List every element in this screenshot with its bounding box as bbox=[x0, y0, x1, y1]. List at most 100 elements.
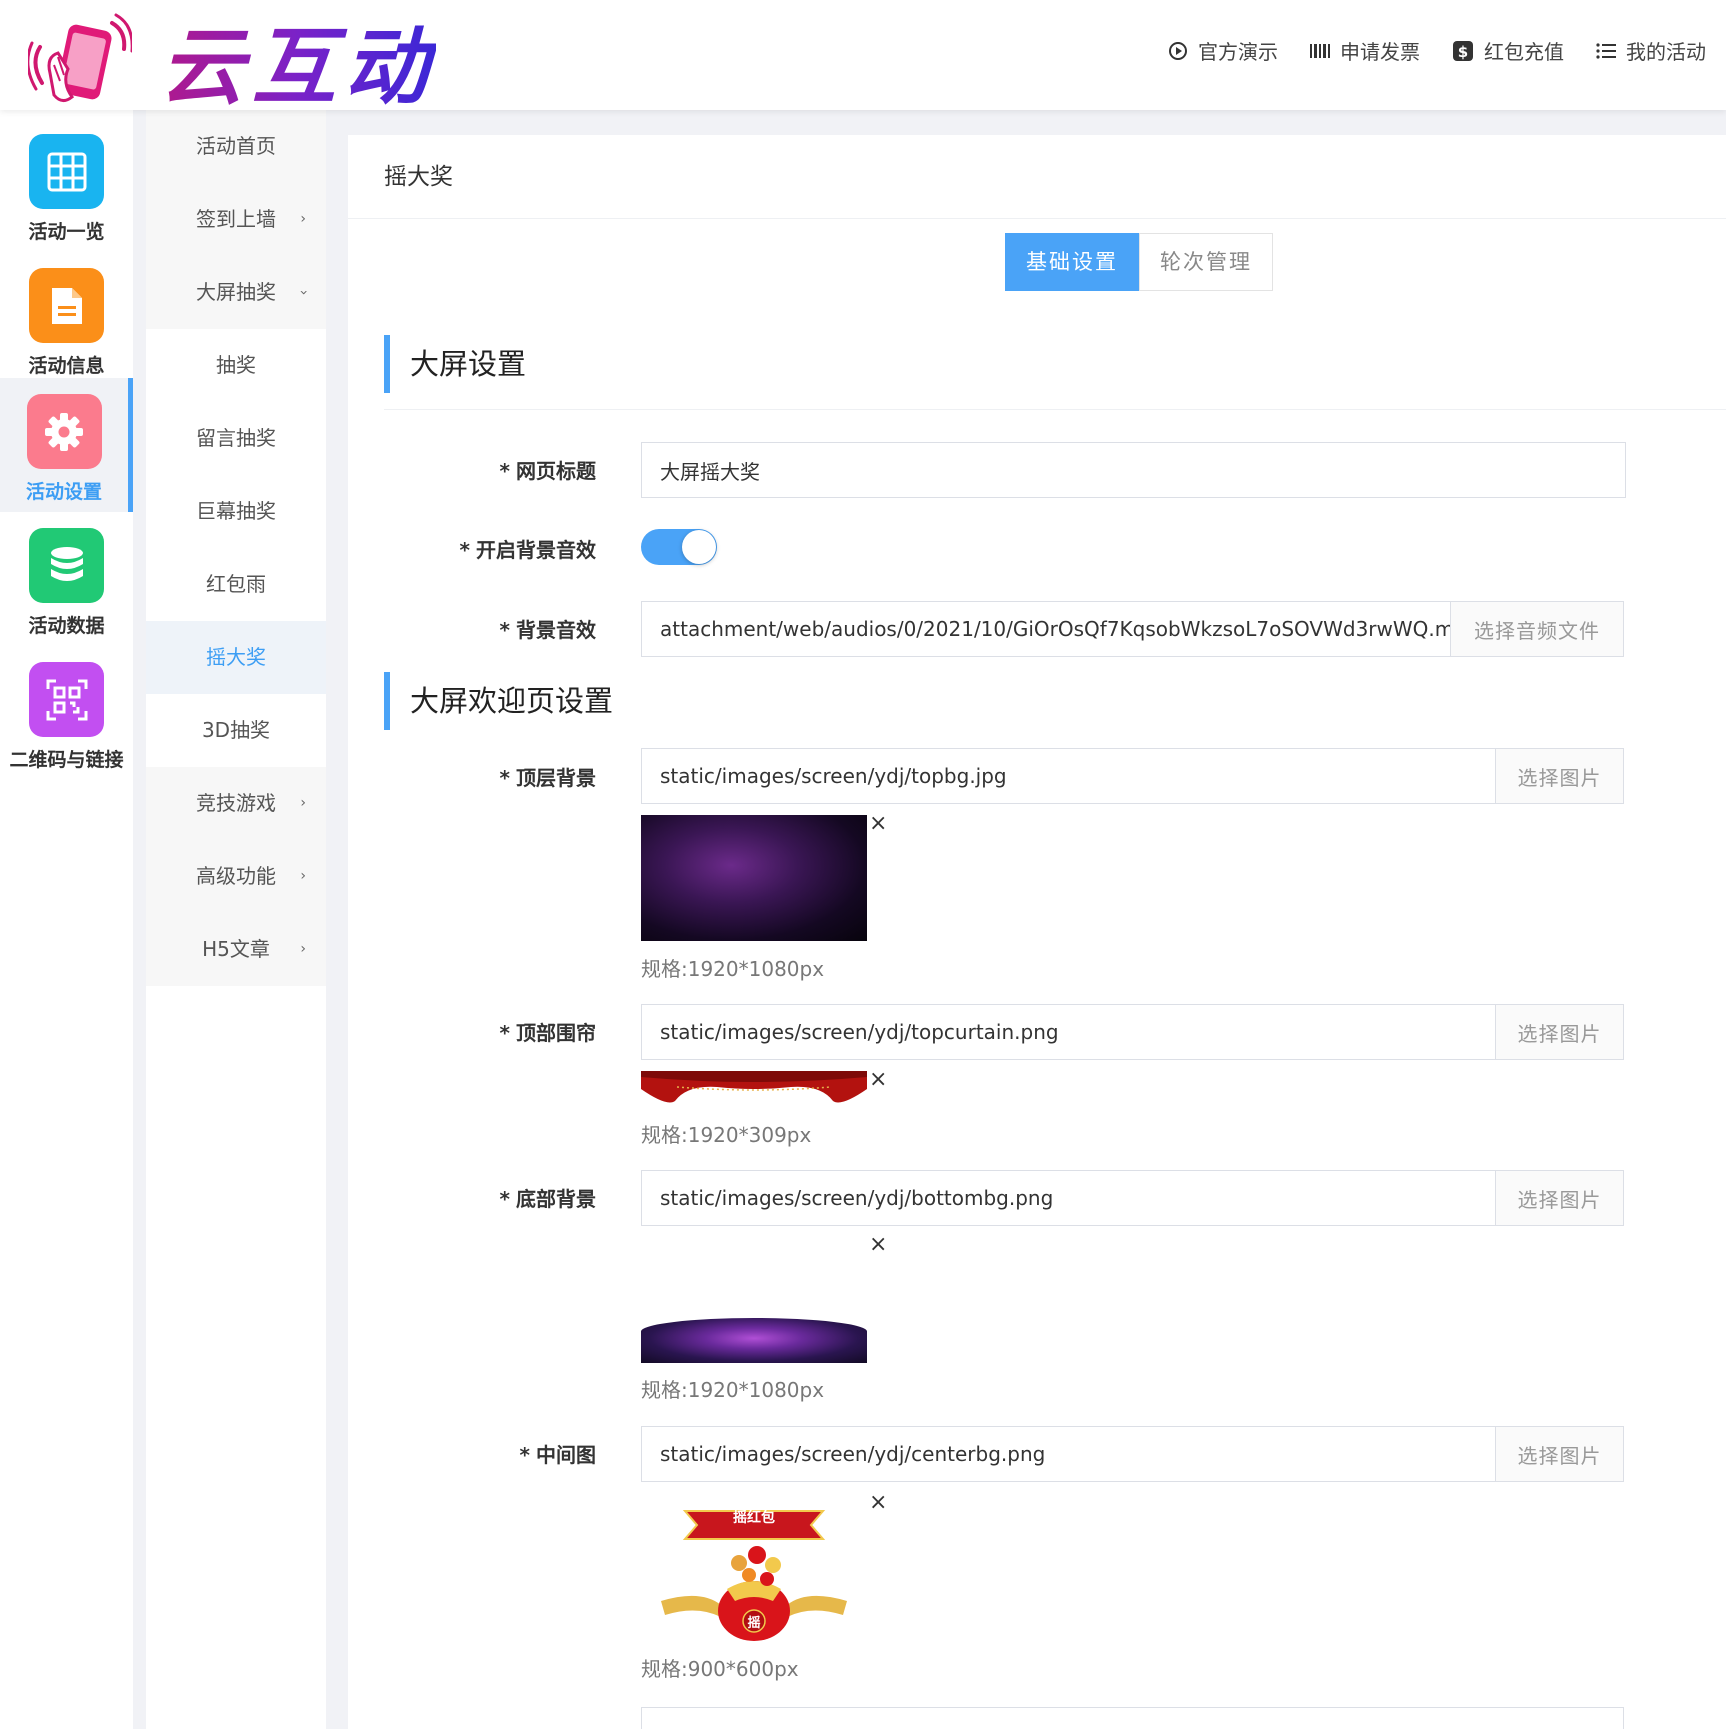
top-curtain-input[interactable]: static/images/screen/ydj/topcurtain.png … bbox=[641, 1004, 1624, 1060]
submenu-item-advanced-features[interactable]: 高级功能 › bbox=[146, 840, 326, 913]
play-circle-icon bbox=[1168, 41, 1188, 61]
input-value: static/images/screen/ydj/centerbg.png bbox=[660, 1442, 1046, 1466]
submenu-label: 高级功能 bbox=[196, 864, 276, 888]
center-image-badge-top: 摇红包 bbox=[733, 1510, 775, 1526]
chevron-right-icon: › bbox=[300, 211, 306, 227]
field-label-top-curtain: * 顶部围帘 bbox=[366, 1017, 596, 1046]
section-title-screen: 大屏设置 bbox=[384, 335, 526, 393]
svg-text:$: $ bbox=[1458, 43, 1468, 61]
bg-sound-toggle[interactable] bbox=[641, 529, 717, 565]
top-curtain-spec: 规格:1920*309px bbox=[641, 1123, 812, 1147]
nav-label: 官方演示 bbox=[1198, 40, 1278, 64]
nav-label: 我的活动 bbox=[1626, 40, 1706, 64]
submenu-item-h5-article[interactable]: H5文章 › bbox=[146, 913, 326, 986]
list-icon bbox=[1596, 42, 1616, 59]
database-icon bbox=[29, 528, 104, 603]
input-value: 大屏摇大奖 bbox=[660, 459, 760, 484]
field-label-bg-sound: * 背景音效 bbox=[366, 614, 596, 643]
icon-sidebar: 活动一览 活动信息 活动设置 活动数据 二维码与链接 bbox=[0, 110, 133, 1729]
chevron-right-icon: › bbox=[300, 941, 306, 957]
tab-round-management[interactable]: 轮次管理 bbox=[1139, 233, 1273, 291]
submenu-label: 签到上墙 bbox=[196, 207, 276, 231]
center-image-badge-bottom: 摇 bbox=[747, 1616, 761, 1631]
nav-apply-invoice[interactable]: 申请发票 bbox=[1310, 36, 1420, 65]
dollar-icon: $ bbox=[1452, 40, 1474, 62]
field-label-top-bg: * 顶层背景 bbox=[366, 762, 596, 791]
submenu-item-giant-screen-lottery[interactable]: 巨幕抽奖 bbox=[146, 475, 326, 548]
sidebar-item-activity-overview[interactable]: 活动一览 bbox=[0, 118, 133, 252]
bottom-bg-spec: 规格:1920*1080px bbox=[641, 1378, 825, 1402]
field-label-bottom-bg: * 底部背景 bbox=[366, 1183, 596, 1212]
top-curtain-preview-image bbox=[641, 1071, 867, 1107]
label-text: 背景音效 bbox=[516, 618, 596, 642]
submenu-label: H5文章 bbox=[202, 937, 270, 961]
qrcode-icon bbox=[29, 662, 104, 737]
required-mark: * bbox=[499, 618, 510, 642]
submenu-item-lottery[interactable]: 抽奖 bbox=[146, 329, 326, 402]
chevron-down-icon: › bbox=[295, 289, 312, 296]
required-mark: * bbox=[499, 766, 510, 790]
tab-basic-settings[interactable]: 基础设置 bbox=[1005, 233, 1139, 291]
top-nav: 官方演示 申请发票 $ 红包充值 我的活动 bbox=[1168, 36, 1706, 65]
input-value: static/images/screen/ydj/topbg.jpg bbox=[660, 764, 1007, 788]
submenu-item-3d-lottery[interactable]: 3D抽奖 bbox=[146, 694, 326, 767]
section-divider bbox=[384, 409, 1726, 410]
label-text: 中间图 bbox=[536, 1443, 596, 1467]
next-field-input[interactable] bbox=[641, 1707, 1624, 1729]
top-bg-spec: 规格:1920*1080px bbox=[641, 957, 825, 981]
submenu-label: 留言抽奖 bbox=[196, 426, 276, 450]
sidebar-item-label: 二维码与链接 bbox=[9, 749, 124, 771]
settings-tabs: 基础设置 轮次管理 bbox=[1005, 233, 1273, 291]
submenu-item-competitive-games[interactable]: 竞技游戏 › bbox=[146, 767, 326, 840]
submenu-label: 竞技游戏 bbox=[196, 791, 276, 815]
sidebar-item-qrcode-links[interactable]: 二维码与链接 bbox=[0, 646, 133, 780]
choose-image-button[interactable]: 选择图片 bbox=[1495, 1171, 1623, 1225]
submenu-item-message-lottery[interactable]: 留言抽奖 bbox=[146, 402, 326, 475]
sidebar-item-activity-info[interactable]: 活动信息 bbox=[0, 252, 133, 386]
sidebar-item-activity-settings[interactable]: 活动设置 bbox=[0, 378, 133, 512]
center-image-input[interactable]: static/images/screen/ydj/centerbg.png 选择… bbox=[641, 1426, 1624, 1482]
sidebar-item-label: 活动一览 bbox=[28, 221, 105, 243]
nav-official-demo[interactable]: 官方演示 bbox=[1168, 36, 1278, 65]
bg-sound-input[interactable]: attachment/web/audios/0/2021/10/GiOrOsQf… bbox=[641, 601, 1624, 657]
submenu-item-shake-prize[interactable]: 摇大奖 bbox=[146, 621, 326, 694]
label-text: 顶部围帘 bbox=[516, 1021, 596, 1045]
required-mark: * bbox=[499, 459, 510, 483]
submenu-label: 红包雨 bbox=[206, 572, 266, 596]
choose-audio-button[interactable]: 选择音频文件 bbox=[1450, 602, 1623, 656]
remove-top-bg-close-icon[interactable]: × bbox=[869, 811, 887, 836]
choose-image-button[interactable]: 选择图片 bbox=[1495, 1005, 1623, 1059]
sidebar-item-activity-data[interactable]: 活动数据 bbox=[0, 512, 133, 646]
submenu-item-checkin-wall[interactable]: 签到上墙 › bbox=[146, 183, 326, 256]
nav-label: 申请发票 bbox=[1340, 40, 1420, 64]
remove-top-curtain-close-icon[interactable]: × bbox=[869, 1067, 887, 1092]
top-bg-input[interactable]: static/images/screen/ydj/topbg.jpg 选择图片 bbox=[641, 748, 1624, 804]
required-mark: * bbox=[459, 538, 470, 562]
top-header: 云互动 官方演示 申请发票 $ 红包充值 我的活动 bbox=[0, 0, 1726, 116]
brand-logo[interactable]: 云互动 bbox=[26, 4, 436, 121]
remove-bottom-bg-close-icon[interactable]: × bbox=[869, 1232, 887, 1257]
nav-my-activities[interactable]: 我的活动 bbox=[1596, 36, 1706, 65]
required-mark: * bbox=[499, 1021, 510, 1045]
submenu-label: 大屏抽奖 bbox=[196, 280, 276, 304]
field-label-bg-sound-switch: * 开启背景音效 bbox=[366, 534, 596, 563]
choose-image-button[interactable]: 选择图片 bbox=[1495, 749, 1623, 803]
submenu-item-big-screen-lottery[interactable]: 大屏抽奖 › bbox=[146, 256, 326, 329]
submenu-item-red-packet-rain[interactable]: 红包雨 bbox=[146, 548, 326, 621]
remove-center-image-close-icon[interactable]: × bbox=[869, 1490, 887, 1515]
sidebar-item-label: 活动设置 bbox=[25, 481, 102, 503]
secondary-menu: 活动首页 签到上墙 › 大屏抽奖 › 抽奖 留言抽奖 巨幕抽奖 红包雨 摇大奖 3D… bbox=[146, 110, 326, 1729]
required-mark: * bbox=[519, 1443, 530, 1467]
submenu-label: 巨幕抽奖 bbox=[196, 499, 276, 523]
gear-icon bbox=[26, 394, 102, 469]
main-panel: 摇大奖 基础设置 轮次管理 大屏设置 * 网页标题 大屏摇大奖 * 开启背景音效 *… bbox=[348, 135, 1726, 1729]
chevron-right-icon: › bbox=[300, 868, 306, 884]
field-label-center-image: * 中间图 bbox=[366, 1439, 596, 1468]
nav-redpacket-recharge[interactable]: $ 红包充值 bbox=[1452, 36, 1564, 65]
bottom-bg-preview-image bbox=[641, 1318, 867, 1363]
barcode-icon bbox=[1310, 43, 1330, 58]
page-title-input[interactable]: 大屏摇大奖 bbox=[641, 442, 1626, 498]
bottom-bg-input[interactable]: static/images/screen/ydj/bottombg.png 选择… bbox=[641, 1170, 1624, 1226]
choose-image-button[interactable]: 选择图片 bbox=[1495, 1427, 1623, 1481]
chevron-right-icon: › bbox=[300, 795, 306, 811]
